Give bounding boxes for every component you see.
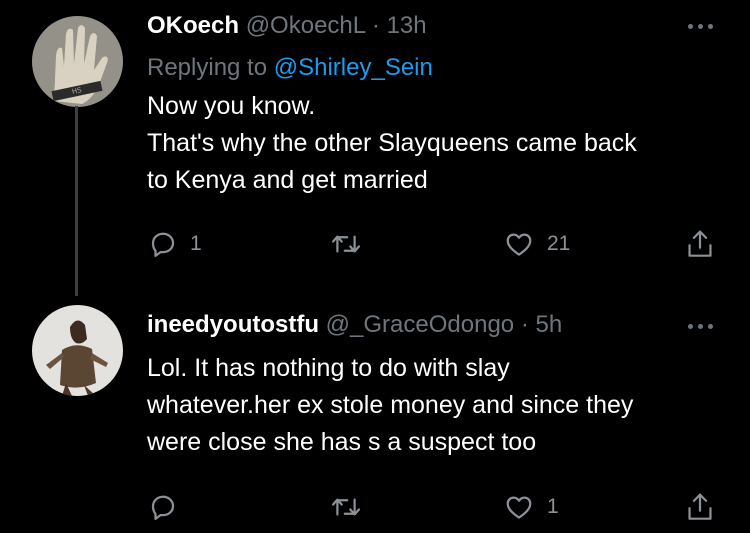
- retweet-icon: [331, 498, 361, 516]
- timestamp[interactable]: 5h: [536, 311, 563, 338]
- reply-button[interactable]: [148, 491, 190, 523]
- share-icon: [688, 493, 712, 520]
- user-handle[interactable]: @OkoechL: [246, 12, 366, 39]
- tweet-text: Now you know. That's why the other Slayq…: [147, 88, 727, 199]
- like-count: 1: [547, 495, 559, 518]
- more-icon[interactable]: [686, 321, 716, 331]
- more-icon[interactable]: [686, 21, 716, 31]
- heart-icon: [506, 233, 532, 256]
- tweet-header: ineedyoutostfu @_GraceOdongo · 5h: [147, 311, 562, 339]
- reply-icon: [151, 495, 175, 520]
- separator-dot: ·: [520, 311, 529, 338]
- retweet-icon: [331, 235, 361, 253]
- reply-count: 1: [190, 232, 202, 255]
- action-bar: 1: [0, 491, 750, 523]
- replying-to: Replying to @Shirley_Sein: [147, 54, 433, 82]
- share-button[interactable]: [685, 228, 715, 260]
- tweet-text-line: That's why the other Slayqueens came bac…: [147, 129, 637, 157]
- retweet-button[interactable]: [330, 491, 374, 523]
- heart-icon: [506, 496, 532, 519]
- user-handle[interactable]: @_GraceOdongo: [326, 311, 514, 338]
- separator-dot: ·: [371, 12, 380, 39]
- tweet-text-line: to Kenya and get married: [147, 166, 428, 194]
- share-button[interactable]: [685, 491, 715, 523]
- tweet-text-line: Lol. It has nothing to do with slay: [147, 354, 510, 382]
- share-icon: [688, 230, 712, 257]
- mention-link[interactable]: @Shirley_Sein: [274, 54, 433, 81]
- display-name[interactable]: ineedyoutostfu: [147, 311, 319, 338]
- display-name[interactable]: OKoech: [147, 12, 239, 39]
- tweet-text-line: Now you know.: [147, 92, 316, 120]
- like-count: 21: [547, 232, 571, 255]
- action-bar: 1 21: [0, 228, 750, 260]
- reply-icon: [151, 232, 175, 257]
- avatar[interactable]: HS: [32, 16, 123, 107]
- timestamp[interactable]: 13h: [387, 12, 427, 39]
- reply-button[interactable]: 1: [148, 228, 202, 260]
- like-button[interactable]: 1: [503, 491, 559, 523]
- like-button[interactable]: 21: [503, 228, 570, 260]
- replying-label: Replying to: [147, 54, 268, 81]
- thread-connector: [75, 106, 78, 296]
- avatar[interactable]: [32, 305, 123, 396]
- tweet-text: Lol. It has nothing to do with slay what…: [147, 350, 727, 461]
- tweet-text-line: whatever.her ex stole money and since th…: [147, 391, 634, 419]
- tweet-header: OKoech @OkoechL · 13h: [147, 12, 427, 40]
- tweet-text-line: were close she has s a suspect too: [147, 428, 537, 456]
- retweet-button[interactable]: [330, 228, 374, 260]
